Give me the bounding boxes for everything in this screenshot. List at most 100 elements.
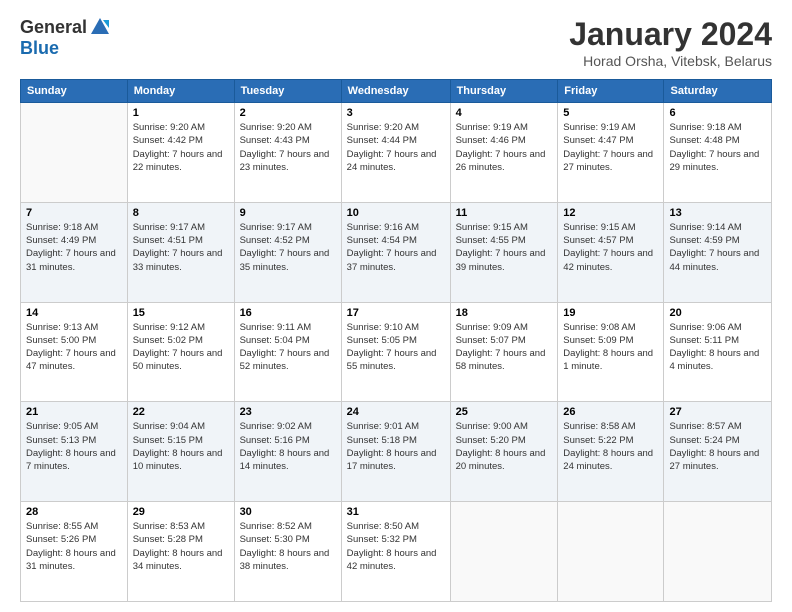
week-row: 1Sunrise: 9:20 AMSunset: 4:42 PMDaylight…: [21, 103, 772, 203]
day-info: Sunrise: 9:08 AMSunset: 5:09 PMDaylight:…: [563, 321, 658, 374]
day-number: 1: [133, 107, 229, 119]
day-header: Saturday: [664, 80, 772, 103]
day-cell: 25 Sunrise: 9:00 AMSunset: 5:20 PMDayligh…: [450, 402, 558, 502]
day-number: 7: [26, 207, 122, 219]
week-row: 21 Sunrise: 9:05 AMSunset: 5:13 PMDayligh…: [21, 402, 772, 502]
day-info: Sunrise: 9:12 AMSunset: 5:02 PMDaylight:…: [133, 321, 229, 374]
day-info: Sunrise: 9:19 AMSunset: 4:47 PMDaylight:…: [563, 121, 658, 174]
day-cell: 11 Sunrise: 9:15 AMSunset: 4:55 PMDayligh…: [450, 202, 558, 302]
day-cell: 9Sunrise: 9:17 AMSunset: 4:52 PMDaylight…: [234, 202, 341, 302]
day-info: Sunrise: 9:09 AMSunset: 5:07 PMDaylight:…: [456, 321, 553, 374]
day-number: 30: [240, 506, 336, 518]
day-cell: 28Sunrise: 8:55 AMSunset: 5:26 PMDayligh…: [21, 502, 128, 602]
day-number: 29: [133, 506, 229, 518]
day-number: 18: [456, 307, 553, 319]
day-number: 20: [669, 307, 766, 319]
day-header: Wednesday: [341, 80, 450, 103]
day-cell: 30 Sunrise: 8:52 AMSunset: 5:30 PMDayligh…: [234, 502, 341, 602]
day-number: 4: [456, 107, 553, 119]
day-info: Sunrise: 9:04 AMSunset: 5:15 PMDaylight:…: [133, 420, 229, 473]
day-info: Sunrise: 9:17 AMSunset: 4:52 PMDaylight:…: [240, 221, 336, 274]
day-cell: 7 Sunrise: 9:18 AMSunset: 4:49 PMDaylight…: [21, 202, 128, 302]
day-number: 25: [456, 406, 553, 418]
day-header: Sunday: [21, 80, 128, 103]
subtitle: Horad Orsha, Vitebsk, Belarus: [569, 53, 772, 69]
day-number: 26: [563, 406, 658, 418]
day-info: Sunrise: 9:17 AMSunset: 4:51 PMDaylight:…: [133, 221, 229, 274]
day-number: 6: [669, 107, 766, 119]
logo-general-text: General: [20, 17, 87, 38]
day-info: Sunrise: 8:55 AMSunset: 5:26 PMDaylight:…: [26, 520, 122, 573]
day-info: Sunrise: 9:02 AMSunset: 5:16 PMDaylight:…: [240, 420, 336, 473]
logo-icon: [89, 16, 111, 38]
day-info: Sunrise: 9:20 AMSunset: 4:44 PMDaylight:…: [347, 121, 445, 174]
day-number: 16: [240, 307, 336, 319]
day-number: 11: [456, 207, 553, 219]
day-info: Sunrise: 9:16 AMSunset: 4:54 PMDaylight:…: [347, 221, 445, 274]
day-info: Sunrise: 9:06 AMSunset: 5:11 PMDaylight:…: [669, 321, 766, 374]
day-cell: 1Sunrise: 9:20 AMSunset: 4:42 PMDaylight…: [127, 103, 234, 203]
week-row: 7 Sunrise: 9:18 AMSunset: 4:49 PMDaylight…: [21, 202, 772, 302]
day-info: Sunrise: 9:18 AMSunset: 4:49 PMDaylight:…: [26, 221, 122, 274]
day-info: Sunrise: 9:10 AMSunset: 5:05 PMDaylight:…: [347, 321, 445, 374]
page: General Blue January 2024 Horad Orsha, V…: [0, 0, 792, 612]
day-cell: 29 Sunrise: 8:53 AMSunset: 5:28 PMDayligh…: [127, 502, 234, 602]
day-cell: 10 Sunrise: 9:16 AMSunset: 4:54 PMDayligh…: [341, 202, 450, 302]
day-cell: [450, 502, 558, 602]
day-cell: 21 Sunrise: 9:05 AMSunset: 5:13 PMDayligh…: [21, 402, 128, 502]
day-cell: 26 Sunrise: 8:58 AMSunset: 5:22 PMDayligh…: [558, 402, 664, 502]
day-cell: 16 Sunrise: 9:11 AMSunset: 5:04 PMDayligh…: [234, 302, 341, 402]
day-info: Sunrise: 9:19 AMSunset: 4:46 PMDaylight:…: [456, 121, 553, 174]
day-cell: 5Sunrise: 9:19 AMSunset: 4:47 PMDaylight…: [558, 103, 664, 203]
calendar-table: SundayMondayTuesdayWednesdayThursdayFrid…: [20, 79, 772, 602]
day-cell: 4 Sunrise: 9:19 AMSunset: 4:46 PMDaylight…: [450, 103, 558, 203]
day-cell: 20 Sunrise: 9:06 AMSunset: 5:11 PMDayligh…: [664, 302, 772, 402]
day-number: 15: [133, 307, 229, 319]
day-number: 10: [347, 207, 445, 219]
day-cell: 12Sunrise: 9:15 AMSunset: 4:57 PMDayligh…: [558, 202, 664, 302]
day-cell: [664, 502, 772, 602]
day-cell: 31 Sunrise: 8:50 AMSunset: 5:32 PMDayligh…: [341, 502, 450, 602]
day-info: Sunrise: 9:15 AMSunset: 4:55 PMDaylight:…: [456, 221, 553, 274]
day-number: 13: [669, 207, 766, 219]
day-header: Friday: [558, 80, 664, 103]
day-number: 21: [26, 406, 122, 418]
day-info: Sunrise: 9:05 AMSunset: 5:13 PMDaylight:…: [26, 420, 122, 473]
day-cell: 17 Sunrise: 9:10 AMSunset: 5:05 PMDayligh…: [341, 302, 450, 402]
day-cell: 19Sunrise: 9:08 AMSunset: 5:09 PMDayligh…: [558, 302, 664, 402]
day-info: Sunrise: 8:52 AMSunset: 5:30 PMDaylight:…: [240, 520, 336, 573]
day-info: Sunrise: 9:15 AMSunset: 4:57 PMDaylight:…: [563, 221, 658, 274]
day-info: Sunrise: 9:01 AMSunset: 5:18 PMDaylight:…: [347, 420, 445, 473]
day-info: Sunrise: 8:50 AMSunset: 5:32 PMDaylight:…: [347, 520, 445, 573]
day-number: 14: [26, 307, 122, 319]
week-row: 28Sunrise: 8:55 AMSunset: 5:26 PMDayligh…: [21, 502, 772, 602]
day-info: Sunrise: 9:20 AMSunset: 4:43 PMDaylight:…: [240, 121, 336, 174]
day-number: 8: [133, 207, 229, 219]
day-cell: 24Sunrise: 9:01 AMSunset: 5:18 PMDayligh…: [341, 402, 450, 502]
title-block: January 2024 Horad Orsha, Vitebsk, Belar…: [569, 16, 772, 69]
day-info: Sunrise: 9:13 AMSunset: 5:00 PMDaylight:…: [26, 321, 122, 374]
day-cell: 3 Sunrise: 9:20 AMSunset: 4:44 PMDaylight…: [341, 103, 450, 203]
week-row: 14 Sunrise: 9:13 AMSunset: 5:00 PMDayligh…: [21, 302, 772, 402]
day-cell: 22Sunrise: 9:04 AMSunset: 5:15 PMDayligh…: [127, 402, 234, 502]
day-cell: 15 Sunrise: 9:12 AMSunset: 5:02 PMDayligh…: [127, 302, 234, 402]
day-cell: [21, 103, 128, 203]
day-number: 2: [240, 107, 336, 119]
day-number: 23: [240, 406, 336, 418]
day-cell: 27Sunrise: 8:57 AMSunset: 5:24 PMDayligh…: [664, 402, 772, 502]
day-number: 3: [347, 107, 445, 119]
logo: General Blue: [20, 16, 111, 59]
day-info: Sunrise: 8:53 AMSunset: 5:28 PMDaylight:…: [133, 520, 229, 573]
header-row: SundayMondayTuesdayWednesdayThursdayFrid…: [21, 80, 772, 103]
day-cell: 18 Sunrise: 9:09 AMSunset: 5:07 PMDayligh…: [450, 302, 558, 402]
day-cell: 23 Sunrise: 9:02 AMSunset: 5:16 PMDayligh…: [234, 402, 341, 502]
day-cell: 8 Sunrise: 9:17 AMSunset: 4:51 PMDaylight…: [127, 202, 234, 302]
day-info: Sunrise: 9:11 AMSunset: 5:04 PMDaylight:…: [240, 321, 336, 374]
day-info: Sunrise: 9:00 AMSunset: 5:20 PMDaylight:…: [456, 420, 553, 473]
main-title: January 2024: [569, 16, 772, 53]
header: General Blue January 2024 Horad Orsha, V…: [20, 16, 772, 69]
day-header: Monday: [127, 80, 234, 103]
day-info: Sunrise: 8:58 AMSunset: 5:22 PMDaylight:…: [563, 420, 658, 473]
day-number: 31: [347, 506, 445, 518]
day-number: 17: [347, 307, 445, 319]
